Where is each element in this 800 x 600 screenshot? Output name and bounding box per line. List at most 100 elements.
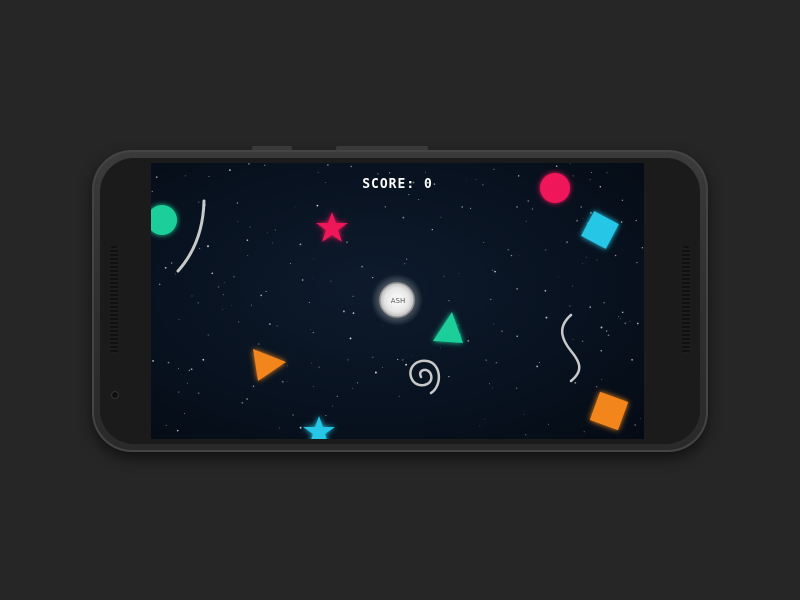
star-dot [507,249,509,251]
star-dot [408,194,410,196]
star-dot [614,254,617,257]
star-dot [178,319,180,320]
star-dot [224,281,226,283]
star-dot [493,323,495,325]
teal-circle[interactable] [151,205,177,235]
star-dot [629,321,631,322]
star-dot [361,265,364,268]
star-dot [441,342,443,343]
star-dot [518,254,520,256]
star-dot [467,339,470,342]
star-dot [222,294,224,296]
cyan-square[interactable] [581,211,619,249]
star-dot [167,361,170,364]
pink-star[interactable] [316,212,348,242]
left-speaker-grille [110,246,118,354]
star-dot [582,340,584,342]
star-dot [470,207,472,209]
star-dot [233,275,235,278]
star-dot [351,387,353,389]
star-dot [164,266,167,269]
star-dot [372,277,374,279]
star-dot [527,200,530,202]
star-dot [448,300,450,302]
spiral-trail [409,359,440,395]
game-screen[interactable]: SCORE: 0 ASH [151,163,644,439]
star-dot [431,228,433,231]
star-dot [308,301,310,304]
star-dot [545,316,548,319]
star-dot [483,242,485,243]
star-dot [580,206,582,208]
star-dot [405,258,408,260]
star-dot [589,306,591,308]
star-dot [538,361,540,364]
star-dot [357,382,359,384]
wave-line-trail [561,313,581,383]
star-dot [635,219,637,222]
star-dot [488,383,490,385]
star-dot [377,173,379,175]
star-dot [600,326,603,329]
star-dot [382,324,383,326]
star-dot [317,171,319,173]
star-dot [544,249,547,251]
star-dot [605,330,608,332]
star-dot [501,330,503,332]
star-dot [636,322,639,325]
star-dot [310,329,311,330]
cyan-star[interactable] [303,416,335,439]
star-dot [582,218,584,219]
star-dot [198,247,201,250]
teal-triangle[interactable] [433,312,463,343]
stage: SCORE: 0 ASH [0,0,800,600]
star-dot [619,318,621,320]
star-dot [601,378,603,380]
star-dot [621,311,624,314]
star-dot [276,325,278,327]
orange-triangle[interactable] [253,349,286,381]
star-dot [292,414,294,416]
star-dot [312,386,314,387]
star-dot [402,216,405,219]
star-dot [572,285,574,287]
star-dot [312,331,315,334]
star-dot [624,322,627,325]
star-dot [636,261,638,264]
star-dot [603,301,605,304]
star-dot [596,386,598,388]
star-dot [299,243,302,246]
star-dot [440,216,442,218]
star-dot [621,199,624,201]
star-dot [299,426,302,429]
star-dot [424,171,426,173]
star-dot [352,312,355,314]
right-speaker-grille [682,246,690,354]
star-dot [265,290,267,292]
star-dot [600,349,603,352]
star-dot [404,263,406,265]
star-dot [152,359,155,362]
score-display: SCORE: 0 [151,177,644,192]
star-dot [178,391,180,393]
star-dot [525,220,527,222]
orange-square[interactable] [589,391,629,431]
star-dot [268,323,271,326]
star-dot [531,208,534,210]
star-dot [246,239,249,241]
star-dot [186,382,188,384]
star-dot [228,169,231,172]
star-dot [374,371,377,374]
star-dot [489,298,492,301]
star-dot [318,366,320,368]
star-dot [484,418,485,420]
star-dot [287,365,289,367]
star-dot [516,335,518,338]
star-dot [631,358,634,361]
star-dot [272,242,274,244]
star-dot [249,226,251,228]
star-dot [516,206,518,208]
star-dot [640,417,641,419]
score-value: 0 [423,177,433,192]
star-dot [634,424,637,426]
